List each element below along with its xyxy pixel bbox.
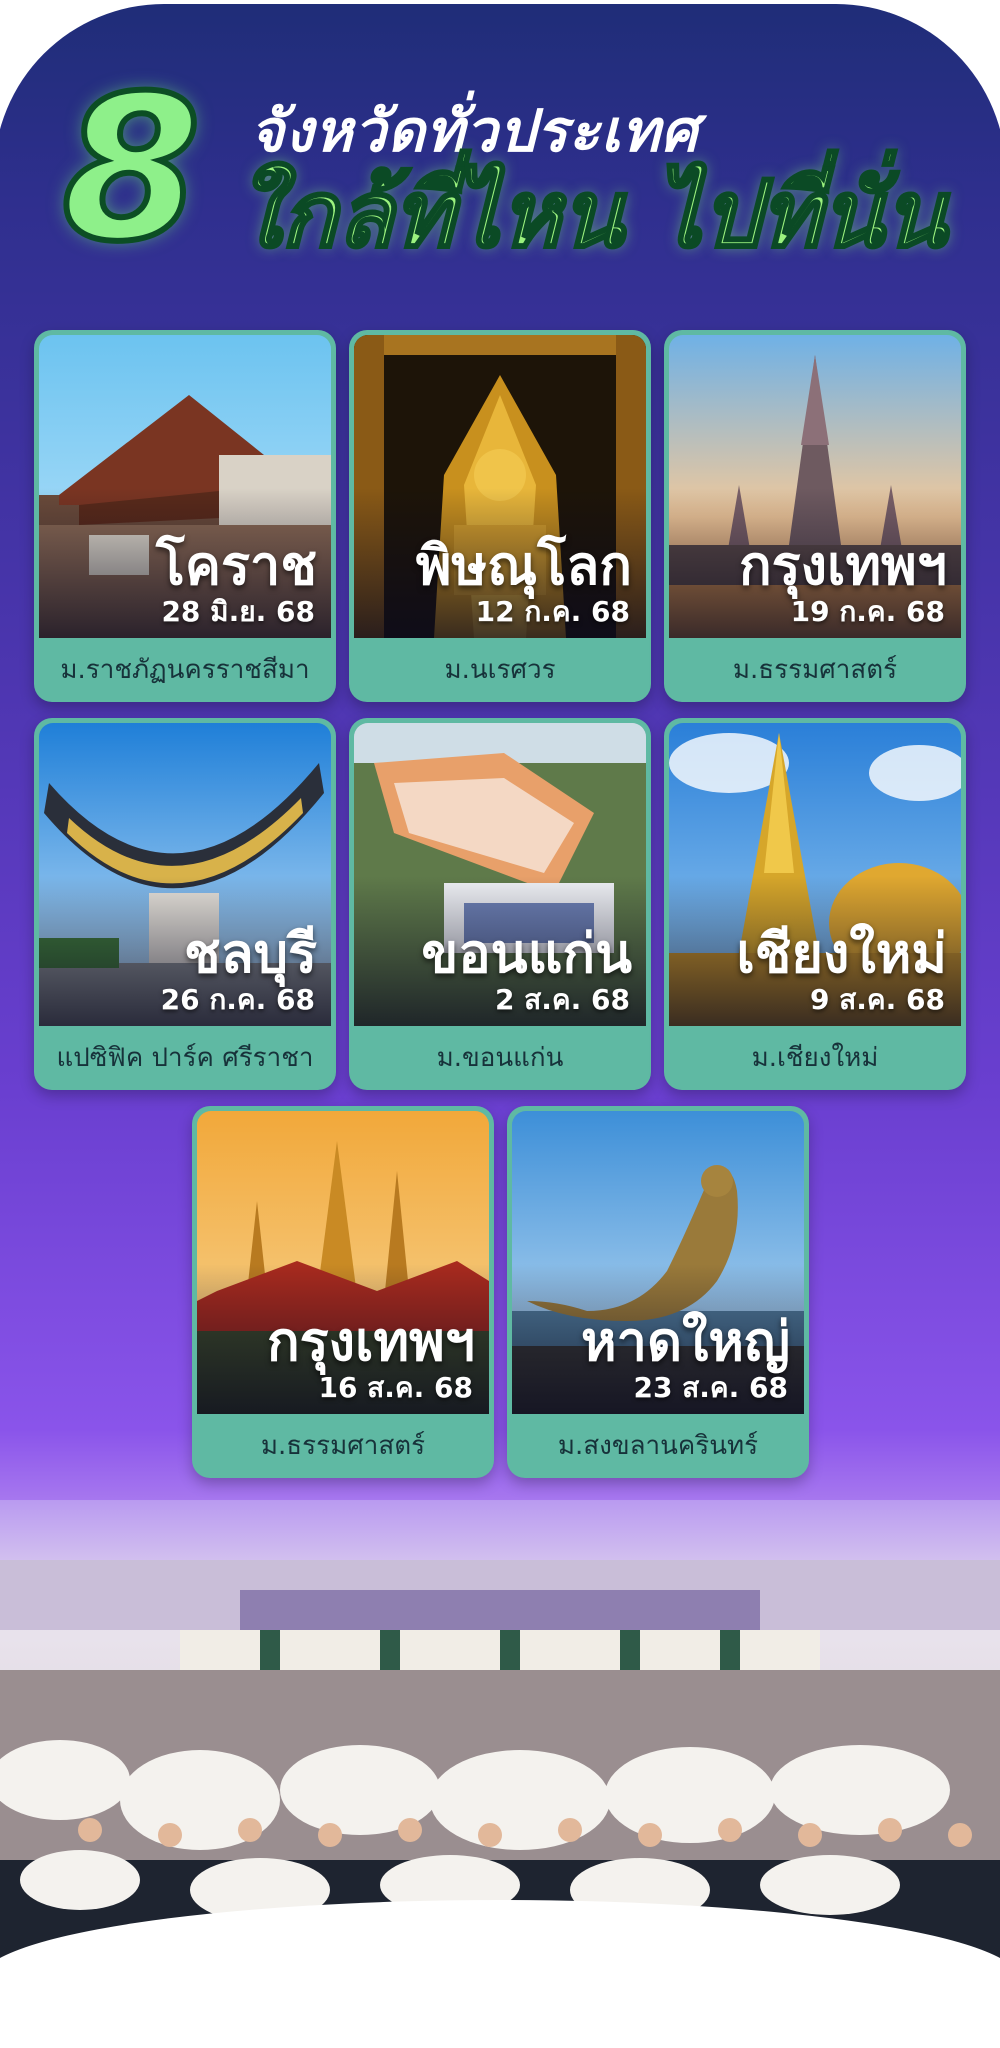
card-venue: ม.ขอนแก่น — [436, 1043, 564, 1073]
golden-buddha-photo: พิษณุโลก 12 ก.ค. 68 — [354, 335, 646, 638]
card-date: 12 ก.ค. 68 — [475, 595, 630, 628]
event-card-phitsanulok[interactable]: พิษณุโลก 12 ก.ค. 68 ม.นเรศวร — [349, 330, 651, 702]
card-city: ขอนแก่น — [421, 922, 632, 985]
card-date: 16 ส.ค. 68 — [318, 1371, 473, 1404]
headline-title: ใกล้ที่ไหน ไปที่นั่น — [235, 160, 949, 270]
bottom-curve — [0, 1900, 1000, 2048]
card-venue: แปซิฟิค ปาร์ค ศรีราชา — [56, 1043, 314, 1073]
card-date: 28 มิ.ย. 68 — [161, 595, 315, 628]
card-date: 23 ส.ค. 68 — [633, 1371, 788, 1404]
golden-chedi-photo: เชียงใหม่ 9 ส.ค. 68 — [669, 723, 961, 1026]
event-poster: 8 จังหวัดทั่วประเทศ ใกล้ที่ไหน ไปที่นั่น… — [0, 0, 1000, 2048]
card-city: กรุงเทพฯ — [266, 1310, 475, 1373]
event-card-hatyai[interactable]: หาดใหญ่ 23 ส.ค. 68 ม.สงขลานครินทร์ — [507, 1106, 809, 1478]
temple-gate-photo: โคราช 28 มิ.ย. 68 — [39, 335, 331, 638]
event-card-bangkok-2[interactable]: กรุงเทพฯ 16 ส.ค. 68 ม.ธรรมศาสตร์ — [192, 1106, 494, 1478]
auditorium-aerial-photo: ขอนแก่น 2 ส.ค. 68 — [354, 723, 646, 1026]
card-city: กรุงเทพฯ — [738, 534, 947, 597]
card-city: ชลบุรี — [183, 922, 317, 985]
card-venue: ม.เชียงใหม่ — [751, 1043, 879, 1073]
card-city: เชียงใหม่ — [736, 922, 947, 985]
card-date: 9 ส.ค. 68 — [809, 983, 945, 1016]
card-date: 2 ส.ค. 68 — [494, 983, 630, 1016]
event-card-chonburi[interactable]: ชลบุรี 26 ก.ค. 68 แปซิฟิค ปาร์ค ศรีราชา — [34, 718, 336, 1090]
event-card-bangkok-1[interactable]: กรุงเทพฯ 19 ก.ค. 68 ม.ธรรมศาสตร์ — [664, 330, 966, 702]
card-date: 19 ก.ค. 68 — [790, 595, 945, 628]
card-venue: ม.ธรรมศาสตร์ — [732, 655, 898, 685]
card-venue: ม.นเรศวร — [444, 655, 556, 685]
wat-arun-photo: กรุงเทพฯ 19 ก.ค. 68 — [669, 335, 961, 638]
card-city: โคราช — [155, 534, 317, 597]
bangsaen-sign-photo: ชลบุรี 26 ก.ค. 68 — [39, 723, 331, 1026]
event-card-korat[interactable]: โคราช 28 มิ.ย. 68 ม.ราชภัฏนครราชสีมา — [34, 330, 336, 702]
card-city: หาดใหญ่ — [581, 1310, 790, 1373]
card-venue: ม.สงขลานครินทร์ — [557, 1431, 759, 1461]
event-card-khonkaen[interactable]: ขอนแก่น 2 ส.ค. 68 ม.ขอนแก่น — [349, 718, 651, 1090]
mermaid-statue-photo: หาดใหญ่ 23 ส.ค. 68 — [512, 1111, 804, 1414]
card-city: พิษณุโลก — [415, 534, 632, 597]
event-card-chiangmai[interactable]: เชียงใหม่ 9 ส.ค. 68 ม.เชียงใหม่ — [664, 718, 966, 1090]
headline-number: 8 — [59, 53, 204, 286]
card-date: 26 ก.ค. 68 — [160, 983, 315, 1016]
card-venue: ม.ธรรมศาสตร์ — [260, 1431, 426, 1461]
grand-palace-photo: กรุงเทพฯ 16 ส.ค. 68 — [197, 1111, 489, 1414]
card-venue: ม.ราชภัฏนครราชสีมา — [60, 655, 310, 685]
